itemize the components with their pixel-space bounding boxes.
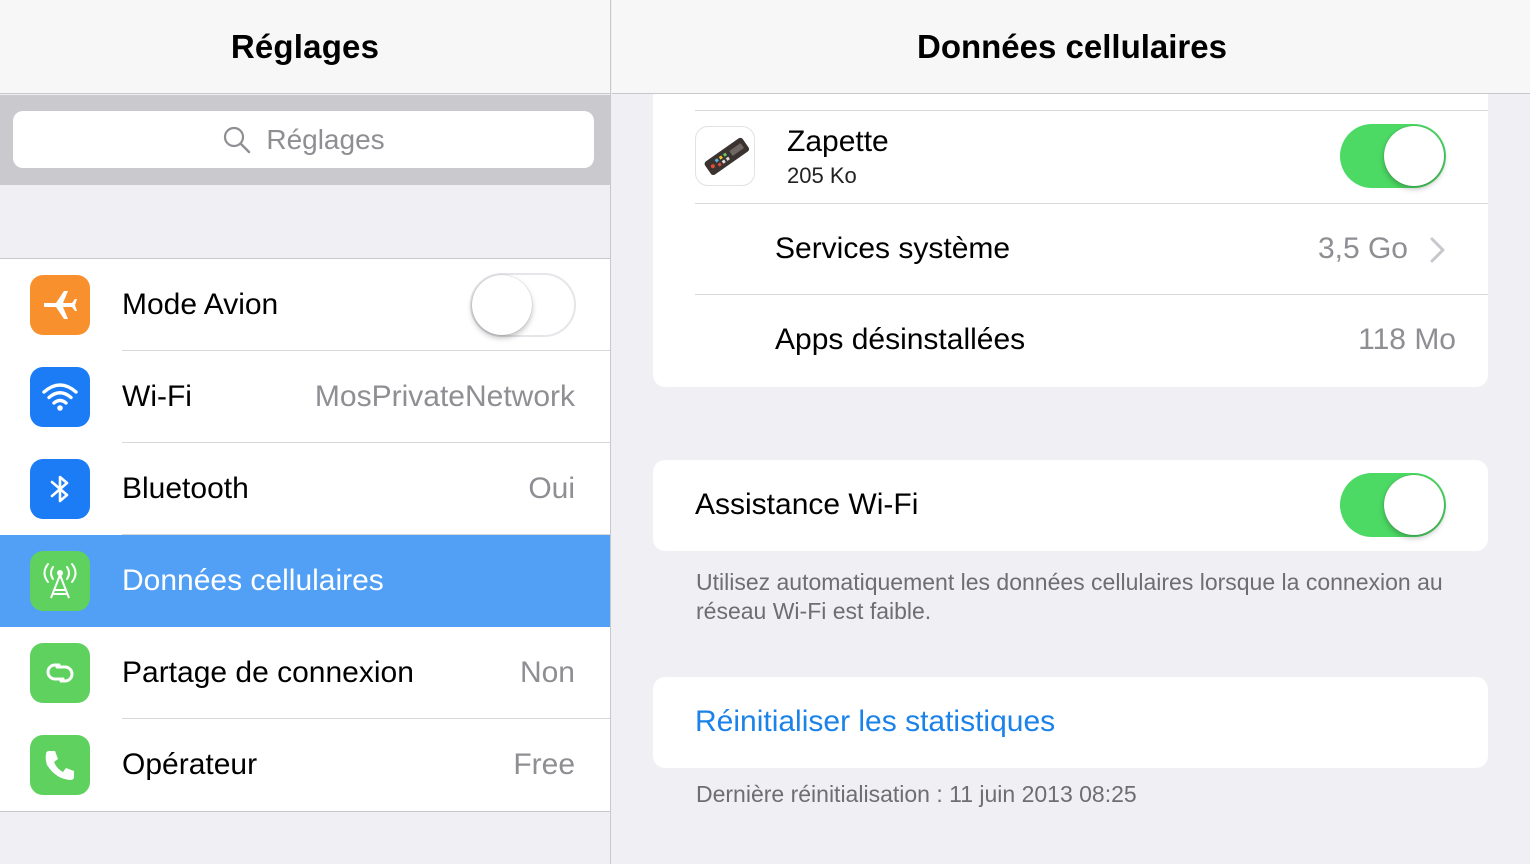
settings-sidebar: Réglages Réglages Mode Avion Wi-Fi MosPr…	[0, 0, 611, 864]
sidebar-item-label: Données cellulaires	[122, 564, 384, 597]
settings-list: Mode Avion Wi-Fi MosPrivateNetwork Bluet…	[0, 258, 610, 812]
phone-icon	[30, 735, 90, 795]
sidebar-item-label: Partage de connexion	[122, 656, 414, 689]
search-bar-container: Réglages	[0, 95, 610, 185]
last-reset-text: Dernière réinitialisation : 11 juin 2013…	[696, 781, 1137, 807]
sidebar-item-value: MosPrivateNetwork	[314, 380, 575, 413]
sidebar-item-airplane-mode[interactable]: Mode Avion	[0, 259, 610, 351]
chevron-right-icon	[1430, 237, 1445, 263]
app-name: Zapette	[787, 125, 889, 158]
wifi-icon	[30, 367, 90, 427]
uninstalled-apps-label: Apps désinstallées	[775, 323, 1026, 356]
reset-statistics-row[interactable]: Réinitialiser les statistiques	[653, 677, 1488, 768]
hotspot-icon	[30, 643, 90, 703]
sidebar-item-wifi[interactable]: Wi-Fi MosPrivateNetwork	[0, 351, 610, 443]
reset-statistics-button[interactable]: Réinitialiser les statistiques	[695, 705, 1055, 739]
sidebar-item-value: Free	[513, 748, 575, 781]
wifi-assist-description: Utilisez automatiquement les données cel…	[696, 569, 1443, 624]
system-services-label: Services système	[775, 232, 1011, 265]
sidebar-title: Réglages	[230, 27, 380, 65]
wifi-assist-label: Assistance Wi-Fi	[695, 488, 919, 521]
detail-nav-bar: Données cellulaires	[612, 0, 1530, 94]
sidebar-item-value: Oui	[528, 472, 575, 505]
wifi-assist-row: Assistance Wi-Fi	[653, 460, 1488, 551]
bluetooth-icon	[30, 459, 90, 519]
cellular-antenna-icon	[30, 551, 90, 611]
sidebar-item-value: Non	[519, 656, 575, 689]
toggle-knob	[1384, 475, 1444, 535]
wifi-assist-toggle[interactable]	[1340, 473, 1446, 537]
sidebar-item-bluetooth[interactable]: Bluetooth Oui	[0, 443, 610, 535]
toggle-knob	[472, 275, 532, 335]
sidebar-item-carrier[interactable]: Opérateur Free	[0, 719, 610, 811]
remote-control-icon	[695, 126, 755, 186]
sidebar-item-label: Opérateur	[122, 748, 258, 781]
toggle-knob	[1384, 126, 1444, 186]
app-cellular-toggle[interactable]	[1340, 124, 1446, 188]
sidebar-nav-bar: Réglages	[0, 0, 610, 94]
sidebar-item-label: Mode Avion	[122, 288, 279, 321]
search-placeholder: Réglages	[266, 123, 385, 155]
uninstalled-apps-value: 118 Mo	[1358, 323, 1456, 356]
sidebar-item-label: Wi-Fi	[122, 380, 192, 413]
search-icon	[224, 126, 251, 153]
app-usage-group: Zapette 205 Ko Services système 3,5 Go A…	[653, 94, 1488, 387]
system-services-value: 3,5 Go	[1317, 232, 1408, 265]
system-services-row[interactable]: Services système 3,5 Go	[653, 204, 1488, 295]
uninstalled-apps-row: Apps désinstallées 118 Mo	[653, 295, 1488, 386]
app-data-size: 205 Ko	[787, 163, 857, 188]
list-item-app-zapette: Zapette 205 Ko	[653, 111, 1488, 203]
cellular-data-detail: Données cellulaires Zapette 205 Ko Servi…	[612, 0, 1530, 864]
search-input[interactable]: Réglages	[13, 111, 594, 168]
airplane-icon	[30, 275, 90, 335]
airplane-mode-toggle[interactable]	[470, 273, 576, 337]
page-title: Données cellulaires	[917, 27, 1227, 65]
sidebar-item-label: Bluetooth	[122, 472, 249, 505]
sidebar-item-personal-hotspot[interactable]: Partage de connexion Non	[0, 627, 610, 719]
sidebar-item-cellular-data[interactable]: Données cellulaires	[0, 535, 610, 627]
